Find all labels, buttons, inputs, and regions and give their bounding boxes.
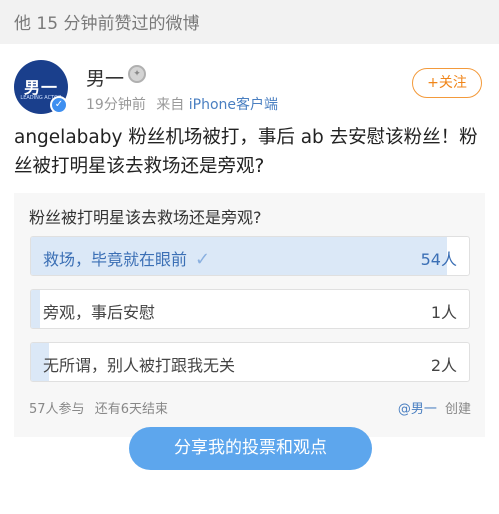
poll-creator-handle[interactable]: @男一 xyxy=(398,402,437,417)
poll-participants: 57人参与 xyxy=(29,402,85,417)
source-link[interactable]: iPhone客户端 xyxy=(189,97,278,113)
poll-option-2-count: 1人 xyxy=(430,303,457,322)
poll-option-2[interactable]: 旁观，事后安慰 1人 xyxy=(30,289,470,329)
check-icon: ✓ xyxy=(195,249,211,270)
source-prefix: 来自 xyxy=(156,97,185,113)
poll-option-1-label: 救场，毕竟就在眼前 ✓ xyxy=(43,249,211,270)
post-time: 19分钟前 xyxy=(86,97,146,113)
weibo-post-card[interactable]: 男一 LEADING ACTOR ✓ 男一 ✦ 19分钟前 来自 iPhone客… xyxy=(0,44,499,514)
post-text: angelababy 粉丝机场被打，事后 ab 去安慰该粉丝！粉丝被打明星该去救… xyxy=(14,127,478,177)
poll-option-3-label: 无所谓，别人被打跟我无关 xyxy=(43,356,236,375)
verified-badge-icon: ✓ xyxy=(50,96,68,114)
poll-creator-suffix: 创建 xyxy=(444,402,471,417)
poll-remaining: 还有6天结束 xyxy=(94,402,168,417)
liked-header: 他 15 分钟前赞过的微博 xyxy=(0,0,499,40)
poll-option-2-bar xyxy=(31,290,40,328)
username[interactable]: 男一 xyxy=(86,64,124,91)
poll-option-2-label: 旁观，事后安慰 xyxy=(43,303,156,322)
poll-card: 粉丝被打明星该去救场还是旁观? 救场，毕竟就在眼前 ✓ 54人 旁观，事后安慰 1… xyxy=(14,193,485,437)
liked-header-text: 他 15 分钟前赞过的微博 xyxy=(14,14,200,34)
poll-option-3-count: 2人 xyxy=(430,356,457,375)
follow-button[interactable]: +关注 xyxy=(412,68,482,98)
medal-icon[interactable]: ✦ xyxy=(128,65,146,83)
poll-option-1-count: 54人 xyxy=(420,250,457,269)
poll-stats: 57人参与 还有6天结束 xyxy=(29,398,168,417)
poll-creator: @男一 创建 xyxy=(398,398,471,417)
share-vote-button[interactable]: 分享我的投票和观点 xyxy=(129,427,372,470)
poll-question: 粉丝被打明星该去救场还是旁观? xyxy=(29,208,262,227)
poll-option-3[interactable]: 无所谓，别人被打跟我无关 2人 xyxy=(30,342,470,382)
poll-option-1[interactable]: 救场，毕竟就在眼前 ✓ 54人 xyxy=(30,236,470,276)
post-meta: 19分钟前 来自 iPhone客户端 xyxy=(86,94,278,114)
